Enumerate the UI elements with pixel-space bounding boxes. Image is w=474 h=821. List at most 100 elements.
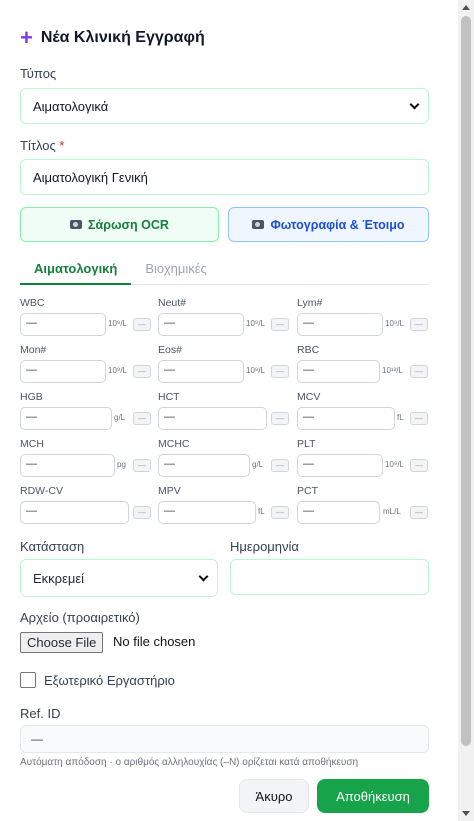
lab-field-mch: MCH — pg — — [20, 438, 153, 478]
lab-flag[interactable]: — — [271, 412, 289, 425]
date-input[interactable] — [230, 559, 429, 595]
lab-flag[interactable]: — — [410, 318, 428, 331]
lab-field-mcv: MCV — fL — — [297, 391, 430, 431]
new-clinical-record-modal: + Νέα Κλινική Εγγραφή Τύπος Αιματολογικά… — [0, 0, 458, 821]
lab-value-input[interactable]: — — [20, 454, 115, 477]
external-lab-label[interactable]: Εξωτερικό Εργαστήριο — [44, 673, 175, 688]
chevron-down-icon — [198, 571, 209, 582]
lab-field-label: HGB — [20, 391, 43, 403]
lab-field-mon: Mon# — 10⁹/L — — [20, 344, 153, 384]
lab-unit: fL — [397, 413, 404, 422]
lab-field-label: Lym# — [297, 297, 323, 309]
lab-field-hct: HCT — — — [158, 391, 291, 431]
lab-value-input[interactable]: — — [297, 407, 395, 430]
ref-id-value: — — [31, 732, 43, 746]
lab-field-rdw-cv: RDW-CV — — — [20, 485, 153, 525]
lab-field-plt: PLT — 10⁹/L — — [297, 438, 430, 478]
lab-unit: 10⁹/L — [385, 460, 404, 469]
lab-value-input[interactable]: — — [158, 454, 250, 477]
lab-flag[interactable]: — — [133, 459, 151, 472]
lab-value-input[interactable]: — — [158, 360, 244, 383]
lab-value-input[interactable]: — — [297, 501, 380, 524]
lab-field-label: HCT — [158, 391, 180, 403]
plus-icon: + — [20, 25, 33, 50]
title-input[interactable]: Αιματολογική Γενική — [20, 159, 429, 195]
lab-value-input[interactable]: — — [20, 407, 112, 430]
lab-flag[interactable]: — — [410, 506, 428, 519]
lab-value-input[interactable]: — — [158, 407, 267, 430]
save-button[interactable]: Αποθήκευση — [317, 779, 429, 813]
lab-unit: g/L — [114, 413, 126, 422]
ref-id-input: — — [20, 725, 429, 753]
lab-field-label: Neut# — [158, 297, 187, 309]
scrollbar-thumb[interactable] — [461, 16, 471, 746]
lab-flag[interactable]: — — [133, 412, 151, 425]
lab-unit: fL — [258, 507, 265, 516]
photo-button-label: Φωτογραφία & Έτοιμο — [270, 217, 405, 232]
lab-field-neut: Neut# — 10⁹/L — — [158, 297, 291, 337]
lab-field-wbc: WBC — 10⁹/L — — [20, 297, 153, 337]
tab-biochemistry[interactable]: Βιοχημικές — [131, 256, 220, 285]
lab-unit: 10⁹/L — [246, 366, 265, 375]
external-lab-checkbox[interactable] — [20, 672, 36, 688]
lab-unit: 10⁹/L — [108, 319, 127, 328]
scroll-down-arrow-icon[interactable] — [462, 811, 470, 816]
lab-value-input[interactable]: — — [158, 313, 244, 336]
chevron-down-icon — [409, 99, 420, 110]
lab-unit: mL/L — [383, 507, 401, 516]
lab-field-label: PCT — [297, 485, 318, 497]
ocr-scan-button[interactable]: Σάρωση OCR — [20, 207, 219, 242]
lab-value-input[interactable]: — — [297, 360, 380, 383]
lab-field-label: MCH — [20, 438, 44, 450]
scrollbar[interactable] — [458, 0, 474, 821]
status-select-value: Εκκρεμεί — [33, 570, 85, 586]
status-select[interactable]: Εκκρεμεί — [20, 559, 218, 597]
lab-value-input[interactable]: — — [158, 501, 256, 524]
lab-flag[interactable]: — — [410, 459, 428, 472]
lab-unit: 10⁹/L — [385, 319, 404, 328]
scroll-up-arrow-icon[interactable] — [462, 5, 470, 10]
lab-flag[interactable]: — — [271, 459, 289, 472]
lab-flag[interactable]: — — [133, 365, 151, 378]
lab-tabs: Αιματολογική Βιοχημικές — [20, 256, 429, 285]
cancel-button[interactable]: Άκυρο — [239, 779, 309, 813]
lab-field-mpv: MPV — fL — — [158, 485, 291, 525]
file-label: Αρχείο (προαιρετικό) — [20, 610, 140, 625]
lab-value-input[interactable]: — — [20, 313, 106, 336]
title-label: Τίτλος * — [20, 138, 64, 153]
lab-value-input[interactable]: — — [20, 360, 106, 383]
modal-header: + Νέα Κλινική Εγγραφή — [20, 25, 205, 50]
type-select[interactable]: Αιματολογικά — [20, 88, 429, 124]
lab-field-label: RBC — [297, 344, 320, 356]
lab-flag[interactable]: — — [410, 365, 428, 378]
lab-field-label: MPV — [158, 485, 181, 497]
ref-id-hint: Αυτόματη απόδοση · ο αριθμός αλληλουχίας… — [20, 757, 359, 768]
title-input-value: Αιματολογική Γενική — [33, 169, 148, 185]
lab-field-mchc: MCHC — g/L — — [158, 438, 291, 478]
ref-id-label: Ref. ID — [20, 706, 61, 721]
tab-hematology[interactable]: Αιματολογική — [20, 256, 132, 285]
modal-title: Νέα Κλινική Εγγραφή — [40, 29, 205, 46]
required-mark: * — [59, 138, 65, 153]
photo-button[interactable]: Φωτογραφία & Έτοιμο — [228, 207, 429, 242]
lab-field-pct: PCT — mL/L — — [297, 485, 430, 525]
lab-value-input[interactable]: — — [297, 454, 383, 477]
lab-flag[interactable]: — — [271, 318, 289, 331]
lab-flag[interactable]: — — [271, 365, 289, 378]
lab-flag[interactable]: — — [410, 412, 428, 425]
choose-file-button[interactable]: Choose File — [20, 632, 104, 653]
lab-field-label: MCHC — [158, 438, 190, 450]
lab-unit: 10⁹/L — [108, 366, 127, 375]
title-label-text: Τίτλος — [20, 138, 56, 153]
lab-field-label: PLT — [297, 438, 316, 450]
lab-value-input[interactable]: — — [297, 313, 383, 336]
lab-unit: 10¹²/L — [382, 366, 403, 375]
lab-flag[interactable]: — — [271, 506, 289, 519]
lab-flag[interactable]: — — [133, 506, 151, 519]
lab-value-input[interactable]: — — [20, 501, 129, 524]
lab-field-label: Eos# — [158, 344, 182, 356]
lab-flag[interactable]: — — [133, 318, 151, 331]
status-label: Κατάσταση — [20, 539, 85, 554]
camera-icon — [252, 220, 265, 229]
lab-field-label: RDW-CV — [20, 485, 63, 497]
